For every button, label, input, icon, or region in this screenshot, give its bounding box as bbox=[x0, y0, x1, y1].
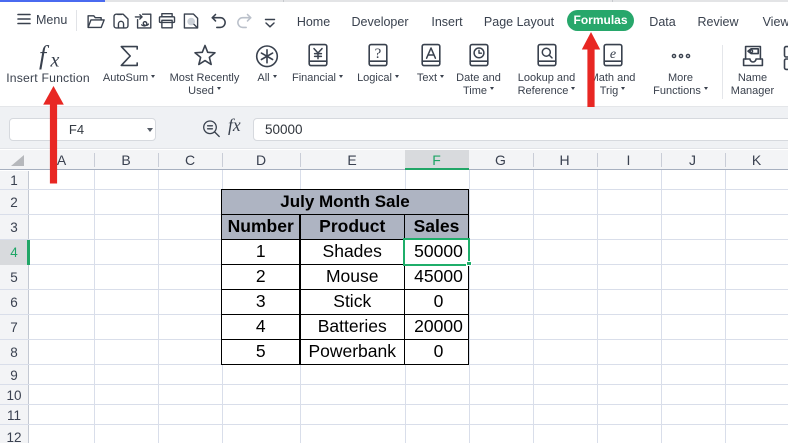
svg-text:x: x bbox=[50, 50, 60, 72]
svg-text:f: f bbox=[39, 43, 50, 70]
svg-text:e: e bbox=[609, 47, 615, 62]
svg-text:?: ? bbox=[375, 46, 382, 62]
